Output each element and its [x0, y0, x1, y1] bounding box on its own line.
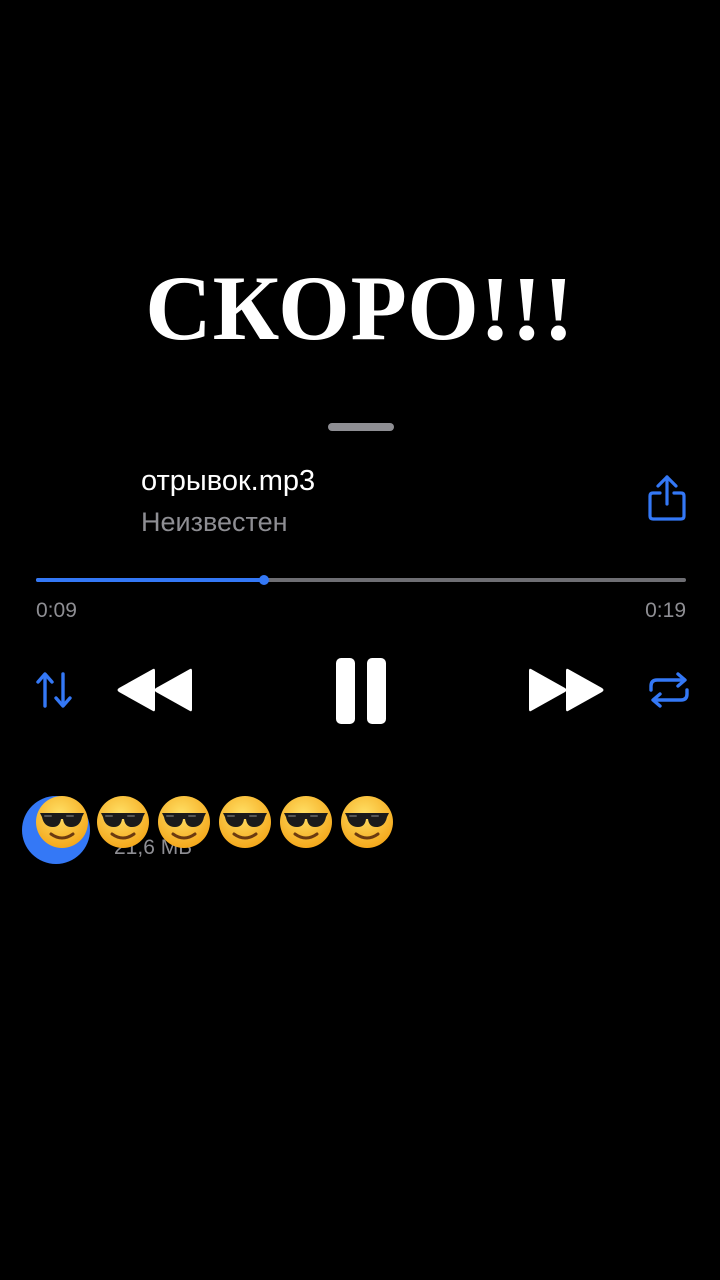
- fast-forward-icon[interactable]: [528, 665, 606, 715]
- sort-arrows-icon[interactable]: [34, 670, 74, 710]
- pause-icon[interactable]: [334, 656, 390, 726]
- sunglasses-emoji-icon: [341, 796, 393, 848]
- elapsed-time: 0:09: [36, 599, 77, 622]
- sunglasses-emoji-icon: [158, 796, 210, 848]
- track-artist: Неизвестен: [141, 507, 288, 537]
- sunglasses-emoji-icon: [219, 796, 271, 848]
- sunglasses-emoji-icon: [36, 796, 88, 848]
- audio-file-row[interactable]: 21,6 МБ: [22, 794, 702, 874]
- sheet-grabber[interactable]: [328, 423, 394, 431]
- playback-scrubber[interactable]: [36, 570, 686, 590]
- scrubber-fill: [36, 578, 264, 582]
- emoji-sticker-strip: [34, 794, 400, 856]
- track-title: отрывок.mp3: [141, 465, 316, 497]
- rewind-icon[interactable]: [115, 665, 193, 715]
- repeat-icon[interactable]: [646, 670, 692, 710]
- sunglasses-emoji-icon: [97, 796, 149, 848]
- scrubber-thumb[interactable]: [258, 575, 269, 585]
- headline-text: СКОРО!!!: [145, 257, 575, 359]
- total-time: 0:19: [645, 599, 686, 622]
- sunglasses-emoji-icon: [280, 796, 332, 848]
- share-icon[interactable]: [646, 474, 688, 522]
